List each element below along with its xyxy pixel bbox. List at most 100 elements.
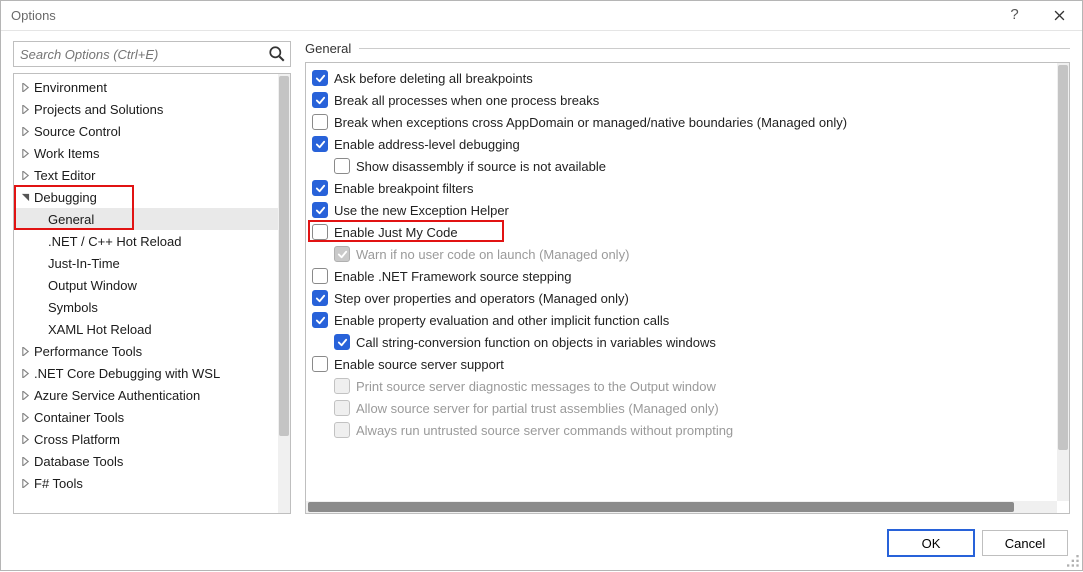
dialog-body: Environment Projects and Solutions Source … xyxy=(1,31,1082,522)
option-checkbox[interactable] xyxy=(312,114,328,130)
tree-subitem[interactable]: .NET / C++ Hot Reload xyxy=(14,230,278,252)
option-checkbox[interactable] xyxy=(312,224,328,240)
tree-list[interactable]: Environment Projects and Solutions Source … xyxy=(14,74,278,513)
option-label: Ask before deleting all breakpoints xyxy=(334,71,533,86)
option-checkbox[interactable] xyxy=(312,180,328,196)
tree-item-label: Azure Service Authentication xyxy=(32,388,200,403)
dialog-footer: OK Cancel xyxy=(1,522,1082,570)
tree-item[interactable]: Environment xyxy=(14,76,278,98)
expand-icon[interactable] xyxy=(18,105,32,114)
tree-subitem[interactable]: General xyxy=(14,208,278,230)
tree-item[interactable]: Source Control xyxy=(14,120,278,142)
expand-icon[interactable] xyxy=(18,193,32,202)
option-row[interactable]: Enable source server support xyxy=(312,353,1053,375)
option-checkbox[interactable] xyxy=(312,268,328,284)
search-box[interactable] xyxy=(13,41,291,67)
tree-item[interactable]: Debugging xyxy=(14,186,278,208)
expand-icon[interactable] xyxy=(18,347,32,356)
option-row[interactable]: Enable address-level debugging xyxy=(312,133,1053,155)
option-checkbox[interactable] xyxy=(334,334,350,350)
tree-item-label: F# Tools xyxy=(32,476,83,491)
tree-subitem[interactable]: XAML Hot Reload xyxy=(14,318,278,340)
scrollbar-thumb[interactable] xyxy=(308,502,1014,512)
option-label: Break when exceptions cross AppDomain or… xyxy=(334,115,847,130)
tree-item-label: Source Control xyxy=(32,124,121,139)
option-label: Enable .NET Framework source stepping xyxy=(334,269,571,284)
option-row[interactable]: Enable Just My Code xyxy=(312,221,1053,243)
option-row[interactable]: Break when exceptions cross AppDomain or… xyxy=(312,111,1053,133)
resize-grip-icon[interactable] xyxy=(1067,555,1081,569)
tree-subitem[interactable]: Just-In-Time xyxy=(14,252,278,274)
close-button[interactable] xyxy=(1037,1,1082,31)
tree-item[interactable]: Text Editor xyxy=(14,164,278,186)
tree-item-label: Performance Tools xyxy=(32,344,142,359)
tree-item[interactable]: .NET Core Debugging with WSL xyxy=(14,362,278,384)
expand-icon[interactable] xyxy=(18,149,32,158)
cancel-button[interactable]: Cancel xyxy=(982,530,1068,556)
expand-icon[interactable] xyxy=(18,127,32,136)
category-tree: Environment Projects and Solutions Source … xyxy=(13,73,291,514)
option-row[interactable]: Enable property evaluation and other imp… xyxy=(312,309,1053,331)
tree-subitem-label: Output Window xyxy=(46,278,137,293)
tree-item[interactable]: Cross Platform xyxy=(14,428,278,450)
expand-icon[interactable] xyxy=(18,391,32,400)
option-label: Enable breakpoint filters xyxy=(334,181,473,196)
option-checkbox xyxy=(334,378,350,394)
scrollbar-thumb[interactable] xyxy=(1058,65,1068,450)
tree-subitem[interactable]: Output Window xyxy=(14,274,278,296)
tree-item[interactable]: Azure Service Authentication xyxy=(14,384,278,406)
option-checkbox[interactable] xyxy=(334,158,350,174)
option-row[interactable]: Enable breakpoint filters xyxy=(312,177,1053,199)
tree-subitem-label: XAML Hot Reload xyxy=(46,322,152,337)
tree-item[interactable]: Performance Tools xyxy=(14,340,278,362)
option-row[interactable]: Show disassembly if source is not availa… xyxy=(312,155,1053,177)
option-row: Print source server diagnostic messages … xyxy=(312,375,1053,397)
expand-icon[interactable] xyxy=(18,457,32,466)
option-label: Allow source server for partial trust as… xyxy=(356,401,719,416)
option-checkbox[interactable] xyxy=(312,290,328,306)
options-scrollbar-vertical[interactable] xyxy=(1057,63,1069,501)
tree-item-label: Container Tools xyxy=(32,410,124,425)
option-checkbox[interactable] xyxy=(312,202,328,218)
expand-icon[interactable] xyxy=(18,479,32,488)
option-row[interactable]: Call string-conversion function on objec… xyxy=(312,331,1053,353)
option-checkbox[interactable] xyxy=(312,356,328,372)
tree-item[interactable]: F# Tools xyxy=(14,472,278,494)
expand-icon[interactable] xyxy=(18,83,32,92)
ok-button[interactable]: OK xyxy=(888,530,974,556)
expand-icon[interactable] xyxy=(18,413,32,422)
search-icon[interactable] xyxy=(268,45,286,63)
scrollbar-thumb[interactable] xyxy=(279,76,289,436)
options-list[interactable]: Ask before deleting all breakpoints Break… xyxy=(306,63,1057,501)
option-checkbox[interactable] xyxy=(312,92,328,108)
option-row[interactable]: Step over properties and operators (Mana… xyxy=(312,287,1053,309)
expand-icon[interactable] xyxy=(18,435,32,444)
tree-item[interactable]: Work Items xyxy=(14,142,278,164)
expand-icon[interactable] xyxy=(18,369,32,378)
option-checkbox[interactable] xyxy=(312,312,328,328)
option-row[interactable]: Use the new Exception Helper xyxy=(312,199,1053,221)
option-checkbox[interactable] xyxy=(312,70,328,86)
tree-scrollbar[interactable] xyxy=(278,74,290,513)
tree-subitem[interactable]: Symbols xyxy=(14,296,278,318)
tree-item[interactable]: Database Tools xyxy=(14,450,278,472)
option-checkbox[interactable] xyxy=(312,136,328,152)
options-scrollbar-horizontal[interactable] xyxy=(306,501,1057,513)
tree-item[interactable]: Projects and Solutions xyxy=(14,98,278,120)
option-row[interactable]: Ask before deleting all breakpoints xyxy=(312,67,1053,89)
expand-icon[interactable] xyxy=(18,171,32,180)
option-row[interactable]: Enable .NET Framework source stepping xyxy=(312,265,1053,287)
tree-item-label: Environment xyxy=(32,80,107,95)
option-label: Enable address-level debugging xyxy=(334,137,520,152)
help-button[interactable]: ? xyxy=(992,1,1037,31)
group-title: General xyxy=(305,41,351,56)
option-row: Allow source server for partial trust as… xyxy=(312,397,1053,419)
right-panel: General Ask before deleting all breakpoi… xyxy=(305,41,1070,514)
tree-item-label: Debugging xyxy=(32,190,97,205)
tree-item-label: Text Editor xyxy=(32,168,95,183)
search-input[interactable] xyxy=(14,42,290,66)
tree-item[interactable]: Container Tools xyxy=(14,406,278,428)
option-row[interactable]: Break all processes when one process bre… xyxy=(312,89,1053,111)
option-label: Enable source server support xyxy=(334,357,504,372)
option-label: Print source server diagnostic messages … xyxy=(356,379,716,394)
